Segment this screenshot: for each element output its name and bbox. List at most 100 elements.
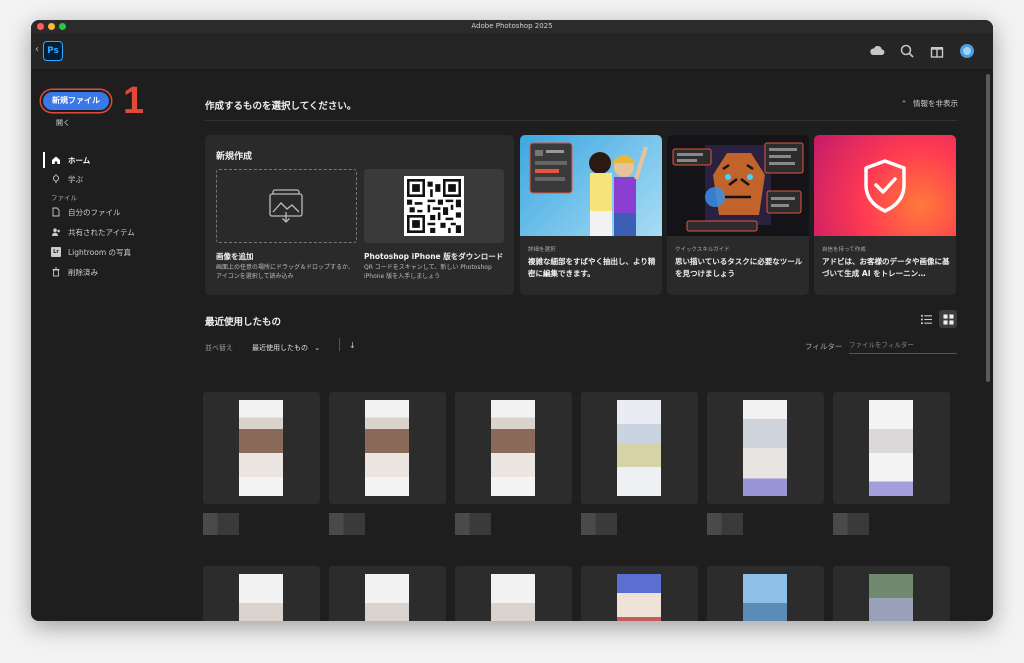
zoom-window-button[interactable] [59, 23, 66, 30]
promo-card-select-details[interactable]: 詳細を選択 複雑な細部をすばやく抽出し、より精密に編集できます。 [520, 135, 662, 295]
back-chevron-icon[interactable]: ‹ [35, 44, 39, 55]
lightbulb-icon [52, 174, 60, 183]
qr-code-icon [404, 176, 464, 236]
shield-check-icon [864, 159, 906, 213]
new-create-title: 新規作成 [216, 152, 253, 162]
files-section-heading: ファイル [51, 194, 77, 202]
recent-file-thumbnail[interactable] [581, 566, 698, 621]
photoshop-logo[interactable]: Ps [43, 41, 63, 61]
minimize-window-button[interactable] [48, 23, 55, 30]
recent-file-thumbnail[interactable] [833, 566, 950, 621]
promo-image-quick-skill [667, 135, 809, 236]
women-photo-illustration [529, 142, 648, 236]
gift-icon[interactable] [929, 43, 945, 59]
promo-description: 思い描いているタスクに必要なツールを見つけましょう [675, 257, 803, 278]
sidebar-item-my-files[interactable]: 自分のファイル [43, 204, 183, 220]
file-preview [869, 574, 913, 621]
recent-file-thumbnail[interactable] [455, 392, 572, 504]
app-bar-icons [869, 43, 975, 59]
main-content: 作成するものを選択してください。 ⌃ 情報を非表示 新規作成 画像を追加 画面上… [203, 70, 983, 621]
file-name-redacted [707, 513, 743, 535]
recent-file-thumbnail[interactable] [833, 392, 950, 504]
iphone-download-title[interactable]: Photoshop iPhone 版をダウンロード [364, 251, 503, 262]
filter-input[interactable] [849, 336, 957, 354]
sort-label: 並べ替え [205, 344, 233, 352]
grid-view-icon [942, 313, 954, 325]
page-title: 作成するものを選択してください。 [205, 101, 357, 112]
file-preview [869, 400, 913, 496]
file-preview [617, 574, 661, 621]
hide-info-button[interactable]: ⌃ 情報を非表示 [901, 98, 958, 109]
image-import-icon [268, 189, 303, 223]
cloud-icon[interactable] [869, 43, 885, 59]
recent-file-thumbnail[interactable] [329, 392, 446, 504]
promo-tag: 詳細を選択 [528, 247, 556, 253]
add-image-title: 画像を追加 [216, 252, 254, 261]
promo-card-confidence[interactable]: 自信を持って作成 アドビは、お客様のデータや画像に基づいて生成 AI をトレーニ… [814, 135, 956, 295]
sidebar-item-lightroom[interactable]: Lr Lightroom の写真 [43, 244, 183, 260]
filter-label: フィルター [805, 342, 843, 351]
window-title: Adobe Photoshop 2025 [471, 22, 553, 30]
file-name-redacted [833, 513, 869, 535]
iphone-download-description: QR コードをスキャンして、新しい Photoshop iPhone 版を入手し… [364, 264, 492, 280]
new-file-button[interactable]: 新規ファイル [43, 92, 109, 110]
open-button[interactable]: 開く [56, 118, 70, 128]
file-preview [239, 400, 283, 496]
avatar[interactable] [959, 43, 975, 59]
add-image-description: 画面上の任意の場所にドラッグ＆ドロップするか、アイコンを選択して読み込み [216, 264, 354, 280]
recent-file-thumbnail[interactable] [707, 392, 824, 504]
recent-file-thumbnail[interactable] [581, 392, 698, 504]
file-name-redacted [455, 513, 491, 535]
recent-file-thumbnail[interactable] [455, 566, 572, 621]
file-name-redacted [581, 513, 617, 535]
sidebar-item-shared[interactable]: 共有されたアイテム [43, 224, 183, 240]
new-create-card: 新規作成 画像を追加 画面上の任意の場所にドラッグ＆ドロップするか、アイコンを選… [205, 135, 514, 295]
sort-dropdown[interactable]: 最近使用したもの ⌄ [252, 343, 320, 353]
hide-info-label: 情報を非表示 [913, 99, 958, 108]
sort-value: 最近使用したもの [252, 344, 308, 352]
search-icon[interactable] [899, 43, 915, 59]
file-preview [491, 400, 535, 496]
divider [205, 120, 957, 121]
chevron-down-icon: ⌄ [314, 344, 321, 352]
promo-card-quick-skill[interactable]: クイックスキルガイド 思い描いているタスクに必要なツールを見つけましょう [667, 135, 809, 295]
scrollbar[interactable] [985, 70, 991, 621]
recent-file-thumbnail[interactable] [203, 392, 320, 504]
promo-description: アドビは、お客様のデータや画像に基づいて生成 AI をトレーニン… [822, 257, 950, 278]
close-window-button[interactable] [37, 23, 44, 30]
list-view-button[interactable] [917, 310, 935, 328]
file-preview [239, 574, 283, 621]
file-preview [617, 400, 661, 496]
title-bar: Adobe Photoshop 2025 [31, 20, 993, 33]
file-preview [743, 574, 787, 621]
recent-heading: 最近使用したもの [205, 317, 282, 328]
sidebar-item-label: 学ぶ [68, 174, 83, 184]
file-name-redacted [329, 513, 365, 535]
home-icon [52, 156, 60, 164]
sidebar-item-learn[interactable]: 学ぶ [43, 171, 183, 187]
sidebar-item-home[interactable]: ホーム [43, 152, 183, 168]
recent-file-thumbnail[interactable] [329, 566, 446, 621]
add-image-dropzone[interactable] [216, 169, 357, 243]
promo-description: 複雑な細部をすばやく抽出し、より精密に編集できます。 [528, 257, 656, 278]
window-controls [37, 23, 66, 30]
promo-image-confidence [814, 135, 956, 236]
grid-view-button[interactable] [939, 310, 957, 328]
app-bar: ‹ Ps [31, 33, 993, 70]
sidebar-item-label: 削除済み [68, 267, 98, 277]
lightroom-icon: Lr [51, 247, 61, 257]
step-number-annotation: 1 [123, 80, 145, 122]
recent-file-thumbnail[interactable] [203, 566, 320, 621]
shared-icon [52, 228, 60, 236]
recent-file-thumbnail[interactable] [707, 566, 824, 621]
sidebar-item-label: Lightroom の写真 [68, 247, 132, 257]
sidebar-item-deleted[interactable]: 削除済み [43, 264, 183, 280]
file-preview [365, 574, 409, 621]
list-view-icon [920, 314, 932, 324]
sort-direction-button[interactable]: ↓ [349, 341, 356, 350]
promo-tag: クイックスキルガイド [675, 247, 730, 253]
promo-image-select-details [520, 135, 662, 236]
trash-icon [52, 267, 60, 277]
scrollbar-thumb[interactable] [986, 74, 990, 382]
file-preview [365, 400, 409, 496]
